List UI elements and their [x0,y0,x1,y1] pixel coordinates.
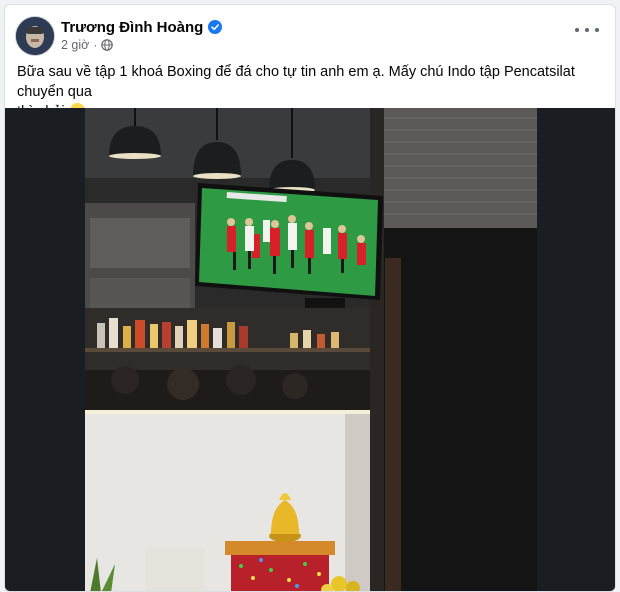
more-horizontal-icon[interactable] [575,23,599,37]
author-avatar[interactable] [16,17,54,55]
post-timestamp[interactable]: 2 giờ [61,38,89,52]
avatar-image [16,17,54,55]
author-row: Trương Đình Hoàng [61,17,223,37]
verified-badge-icon [208,20,223,34]
author-name[interactable]: Trương Đình Hoàng [61,19,203,36]
photo-scene [5,108,615,591]
meta-separator: · [93,38,98,52]
post-meta: 2 giờ · [61,38,114,52]
globe-icon[interactable] [101,39,114,51]
facebook-post-card: Trương Đình Hoàng 2 giờ · Bữa sau về tập… [4,4,616,592]
tv-screen [195,183,383,300]
post-text-line-1: Bữa sau về tập 1 khoá Boxing để đá cho t… [17,64,575,100]
post-photo[interactable] [5,108,615,591]
